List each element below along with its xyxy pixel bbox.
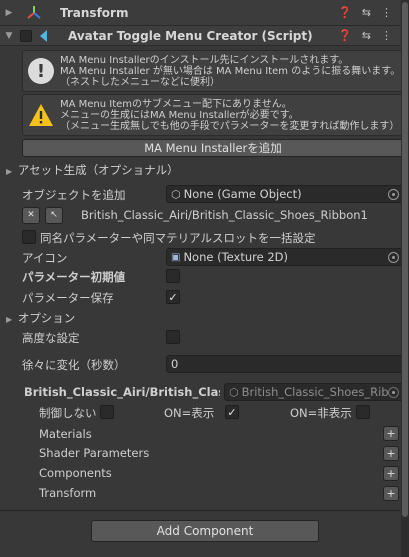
asset-generation-label: アセット生成（オプショナル） <box>17 163 179 177</box>
add-object-label: オブジェクトを追加 <box>22 188 126 202</box>
target-object-field[interactable]: ⬡ British_Classic_Shoes_Rib <box>224 383 404 401</box>
help-icon[interactable]: ❓ <box>338 29 352 42</box>
context-menu-icon[interactable]: ⋮ <box>381 29 392 42</box>
foldout-arrow-icon: ▶ <box>6 315 13 324</box>
script-icon <box>38 29 52 43</box>
section-components-label: Components <box>39 466 112 480</box>
add-object-value: None (Game Object) <box>183 187 302 201</box>
param-default-checkbox[interactable] <box>166 269 180 283</box>
add-material-button[interactable]: + <box>383 426 399 441</box>
transform-foldout-arrow[interactable]: ▶ <box>2 8 16 18</box>
transition-label: 徐々に変化（秒数） <box>22 358 126 372</box>
on-hide-label: ON=非表示 <box>290 406 352 420</box>
foldout-arrow-icon: ▶ <box>6 167 13 176</box>
param-saved-label: パラメーター保存 <box>22 291 114 305</box>
add-transform-entry-button[interactable]: + <box>383 486 399 501</box>
add-component-entry-button[interactable]: + <box>383 466 399 481</box>
transition-input[interactable]: 0 <box>166 355 404 373</box>
inspector-divider <box>0 510 400 511</box>
transform-component-header[interactable]: ▶ Transform ❓ ⇆ ⋮ <box>0 0 400 26</box>
add-object-field[interactable]: ⬡ None (Game Object) <box>166 185 404 203</box>
options-label: オプション <box>17 311 76 325</box>
info-line: （ネストしたメニューなどに便利） <box>60 76 220 88</box>
target-path-label: British_Classic_Airi/British_Classi <box>24 385 220 399</box>
no-control-label: 制御しない <box>39 406 97 420</box>
info-message: MA Menu Installerのインストール先にインストールされます。 MA… <box>54 55 400 88</box>
select-object-button[interactable]: ↖ <box>45 207 63 224</box>
component-title: Avatar Toggle Menu Creator (Script) <box>68 28 313 43</box>
texture-icon: ▣ <box>171 251 181 263</box>
remove-object-button[interactable]: ✕ <box>22 207 40 224</box>
bulk-setting-label: 同名パラメーターや同マテリアルスロットを一括設定 <box>40 231 316 245</box>
scrollbar-thumb[interactable] <box>402 2 408 517</box>
warning-icon <box>28 103 54 127</box>
on-show-checkbox[interactable]: ✓ <box>225 405 239 419</box>
add-menu-installer-button[interactable]: MA Menu Installerを追加 <box>22 139 404 157</box>
warning-line: メニューの生成にはMA Menu Installerが必要です。 <box>60 109 299 121</box>
add-component-button[interactable]: Add Component <box>91 520 319 542</box>
gameobject-icon: ⬡ <box>229 385 239 399</box>
param-default-label: パラメーター初期値 <box>22 270 126 284</box>
transition-value: 0 <box>171 357 179 371</box>
warning-line: （メニュー生成無しでも他の手段でパラメーターを変更すれば動作します） <box>60 120 400 132</box>
options-foldout[interactable]: ▶ オプション <box>6 310 75 326</box>
target-picker-icon[interactable] <box>388 387 399 398</box>
info-line: MA Menu Installerのインストール先にインストールされます。 <box>60 54 349 66</box>
component-foldout-arrow[interactable]: ▼ <box>2 31 16 41</box>
target-object-value: British_Classic_Shoes_Rib <box>241 385 389 399</box>
warning-message: MA Menu Itemのサブメニュー配下にありません。 メニューの生成にはMA… <box>54 99 399 132</box>
icon-texture-value: None (Texture 2D) <box>183 250 289 264</box>
on-hide-checkbox[interactable] <box>356 405 370 419</box>
context-menu-icon[interactable]: ⋮ <box>381 6 392 19</box>
asset-generation-foldout[interactable]: ▶ アセット生成（オプショナル） <box>6 162 179 178</box>
transform-axis-icon <box>26 5 42 21</box>
section-transform-label: Transform <box>39 486 97 500</box>
info-icon: ! <box>28 58 54 84</box>
icon-texture-field[interactable]: ▣ None (Texture 2D) <box>166 248 404 266</box>
object-picker-icon[interactable] <box>388 189 399 200</box>
info-line: MA Menu Installer が無い場合は MA Menu Item のよ… <box>60 65 401 77</box>
component-header[interactable]: ▼ Avatar Toggle Menu Creator (Script) ❓ … <box>0 26 400 46</box>
no-control-checkbox[interactable] <box>100 405 114 419</box>
warning-line: MA Menu Itemのサブメニュー配下にありません。 <box>60 98 292 110</box>
preset-icon[interactable]: ⇆ <box>362 29 371 42</box>
icon-label: アイコン <box>22 251 68 265</box>
add-shader-parameter-button[interactable]: + <box>383 446 399 461</box>
section-shader-parameters-label: Shader Parameters <box>39 446 150 460</box>
param-saved-checkbox[interactable]: ✓ <box>166 290 180 304</box>
inspector-scrollbar[interactable] <box>401 0 409 557</box>
on-show-label: ON=表示 <box>164 406 215 420</box>
section-materials-label: Materials <box>39 427 92 441</box>
advanced-checkbox[interactable] <box>166 330 180 344</box>
bulk-setting-checkbox[interactable] <box>22 230 36 244</box>
texture-picker-icon[interactable] <box>388 252 399 263</box>
submenu-warning-helpbox: MA Menu Itemのサブメニュー配下にありません。 メニューの生成にはMA… <box>22 94 404 136</box>
component-enabled-checkbox[interactable] <box>20 29 32 42</box>
checkmark-icon: ✓ <box>227 405 237 419</box>
object-path-label: British_Classic_Airi/British_Classic_Sho… <box>81 208 368 222</box>
installer-info-helpbox: ! MA Menu Installerのインストール先にインストールされます。 … <box>22 50 404 92</box>
checkmark-icon: ✓ <box>168 290 178 304</box>
preset-icon[interactable]: ⇆ <box>362 6 371 19</box>
help-icon[interactable]: ❓ <box>338 6 352 19</box>
advanced-label: 高度な設定 <box>22 331 80 345</box>
transform-title: Transform <box>60 5 129 20</box>
gameobject-icon: ⬡ <box>171 187 181 201</box>
